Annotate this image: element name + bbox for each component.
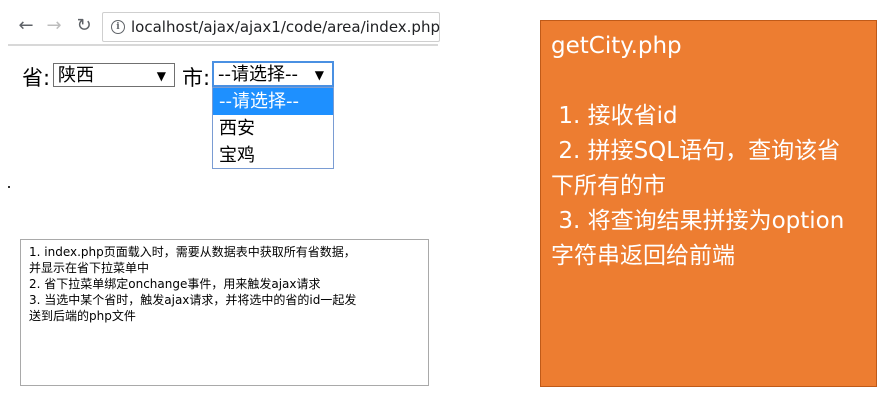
panel-line: 2. 拼接SQL语句，查询该省	[551, 138, 841, 164]
province-select[interactable]: 陕西 ▼	[53, 63, 175, 87]
info-icon[interactable]: i	[111, 20, 125, 34]
city-label: 市:	[182, 66, 211, 90]
notes-line: 送到后端的php文件	[29, 309, 136, 323]
panel-line: 下所有的市	[551, 173, 666, 199]
city-option[interactable]: 宝鸡	[213, 142, 333, 169]
panel-line: 1. 接收省id	[551, 103, 678, 129]
notes-line: 3. 当选中某个省时，触发ajax请求，并将选中的省的id一起发	[29, 293, 357, 307]
dropdown-arrow-icon: ▼	[314, 68, 324, 82]
province-selected-value: 陕西	[58, 65, 94, 86]
browser-toolbar: ← → ↻ i localhost/ajax/ajax1/code/area/i…	[8, 10, 440, 46]
divider-dot	[8, 186, 10, 188]
panel-line	[551, 64, 866, 99]
dropdown-arrow-icon: ▼	[156, 69, 166, 83]
city-option[interactable]: 西安	[213, 115, 333, 142]
notes-textarea[interactable]: 1. index.php页面载入时，需要从数据表中获取所有省数据， 并显示在省下…	[20, 239, 429, 386]
address-bar[interactable]: i localhost/ajax/ajax1/code/area/index.p…	[102, 12, 440, 42]
panel-title: getCity.php	[551, 33, 682, 59]
back-arrow-icon[interactable]: ←	[14, 14, 38, 38]
getcity-explanation-panel: getCity.php 1. 接收省id 2. 拼接SQL语句，查询该省 下所有…	[540, 20, 877, 387]
city-select[interactable]: --请选择-- ▼	[212, 61, 334, 87]
city-selected-value: --请选择--	[218, 64, 298, 85]
city-dropdown-list: --请选择-- 西安 宝鸡	[212, 87, 334, 169]
panel-line: 3. 将查询结果拼接为option	[551, 208, 845, 234]
reload-icon[interactable]: ↻	[72, 14, 96, 38]
url-text[interactable]: localhost/ajax/ajax1/code/area/index.php	[131, 18, 440, 36]
city-option[interactable]: --请选择--	[213, 88, 333, 115]
panel-line: 字符串返回给前端	[551, 243, 735, 269]
notes-line: 1. index.php页面载入时，需要从数据表中获取所有省数据，	[29, 245, 356, 259]
forward-arrow-icon[interactable]: →	[42, 14, 66, 38]
province-label: 省:	[22, 66, 51, 90]
notes-line: 2. 省下拉菜单绑定onchange事件，用来触发ajax请求	[29, 277, 321, 291]
notes-line: 并显示在省下拉菜单中	[29, 261, 150, 275]
